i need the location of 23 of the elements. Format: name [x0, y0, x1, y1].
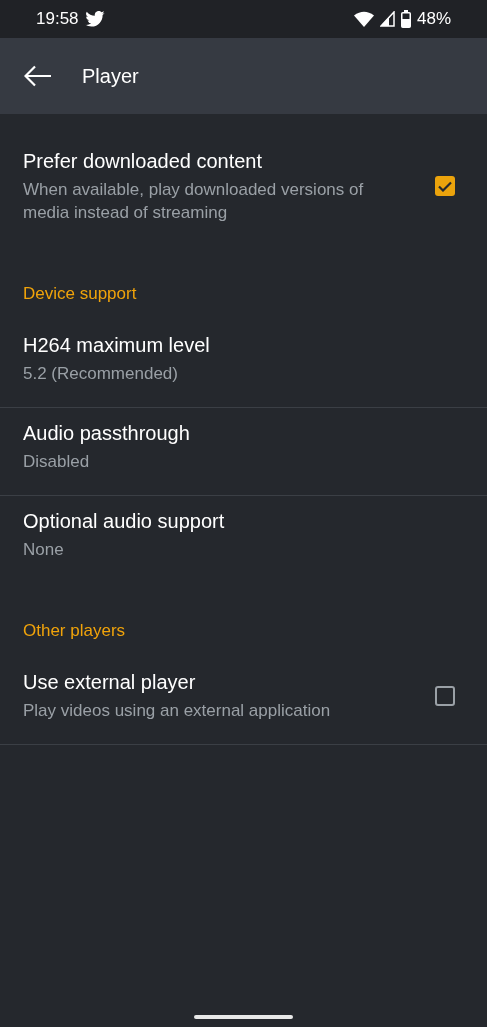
setting-title[interactable]: Prefer downloaded content	[23, 148, 395, 174]
check-icon	[438, 180, 452, 192]
setting-title[interactable]: H264 maximum level	[23, 332, 423, 358]
wifi-icon	[353, 11, 374, 27]
setting-title[interactable]: Audio passthrough	[23, 420, 423, 446]
back-arrow-icon[interactable]	[24, 65, 52, 87]
section-header: Device support	[22, 283, 138, 305]
setting-title[interactable]: Optional audio support	[23, 508, 423, 534]
setting-summary: Play videos using an external application	[23, 700, 332, 722]
battery-icon	[400, 10, 411, 28]
bird-icon	[84, 11, 105, 27]
signal-icon	[379, 11, 395, 27]
setting-summary: 5.2 (Recommended)	[23, 363, 179, 385]
setting-summary: None	[23, 539, 65, 561]
checkbox[interactable]	[435, 176, 455, 196]
section-header: Other players	[22, 620, 127, 642]
battery-level: 48%	[416, 9, 451, 29]
checkbox[interactable]	[435, 685, 455, 706]
toolbar-title: Player	[82, 64, 139, 88]
setting-title[interactable]: Use external player	[23, 669, 395, 695]
setting-summary: When available, play downloaded versions of media instead of streaming	[23, 179, 365, 224]
clock: 19:58	[36, 9, 79, 29]
setting-summary: Disabled	[23, 451, 91, 473]
